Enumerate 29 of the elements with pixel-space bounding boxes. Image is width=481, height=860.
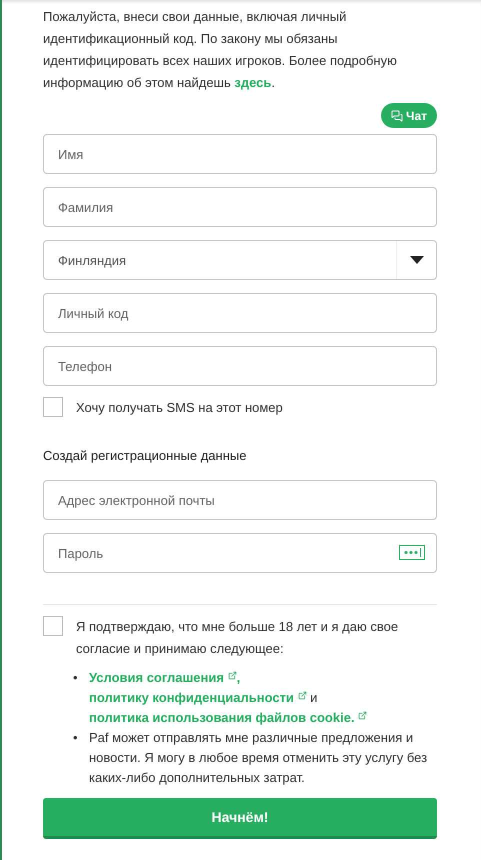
checkbox-label: Хочу получать SMS на этот номер	[76, 399, 283, 417]
section-heading: Создай регистрационные данные	[43, 448, 248, 463]
input-field[interactable]: Телефон	[43, 346, 437, 386]
chat-button[interactable]: Чат	[381, 103, 437, 128]
bullet-marker: •	[73, 729, 79, 747]
input-field[interactable]: Имя	[43, 134, 437, 174]
external-link-icon	[228, 671, 237, 680]
country-select[interactable]: Финляндия	[43, 240, 437, 280]
intro-text: Пожалуйста, внеси свои данные, включая личный идентификационный код. По закону мы обязаны идентифицировать всех наших игроков. Более подробную информацию об этом найдешь здесь.	[43, 8, 398, 92]
external-link-icon	[358, 711, 368, 720]
password-field[interactable]: Пароль	[43, 533, 437, 573]
external-link-icon	[298, 691, 307, 700]
checkbox-label: Я подтверждаю, что мне больше 18 лет и я даю свое согласие и принимаю следующее:	[76, 618, 400, 658]
start-button[interactable]: Начнём!	[43, 798, 437, 839]
link[interactable]: Условия соглашения	[89, 670, 237, 685]
checkbox[interactable]	[43, 616, 63, 636]
password-dots-icon	[399, 545, 425, 560]
bullet-marker: •	[73, 669, 79, 687]
bullet-text: Условия соглашения , политику конфиденциальности и политика использования файлов cookie.	[89, 668, 437, 728]
input-field[interactable]: Адрес электронной почты	[43, 480, 437, 520]
link[interactable]: политику конфиденциальности	[89, 690, 307, 705]
bullet-text: Paf может отправлять мне различные предложения и новости. Я могу в любое время отменить эту услугу без каких-либо дополнительных затрат.	[89, 729, 428, 787]
input-field[interactable]: Фамилия	[43, 187, 437, 227]
checkbox[interactable]	[43, 397, 63, 417]
chat-icon	[391, 110, 404, 122]
link[interactable]: политика использования файлов cookie.	[89, 710, 368, 725]
input-field[interactable]: Личный код	[43, 293, 437, 333]
link[interactable]: здесь	[234, 75, 272, 90]
caret-icon	[410, 256, 424, 264]
